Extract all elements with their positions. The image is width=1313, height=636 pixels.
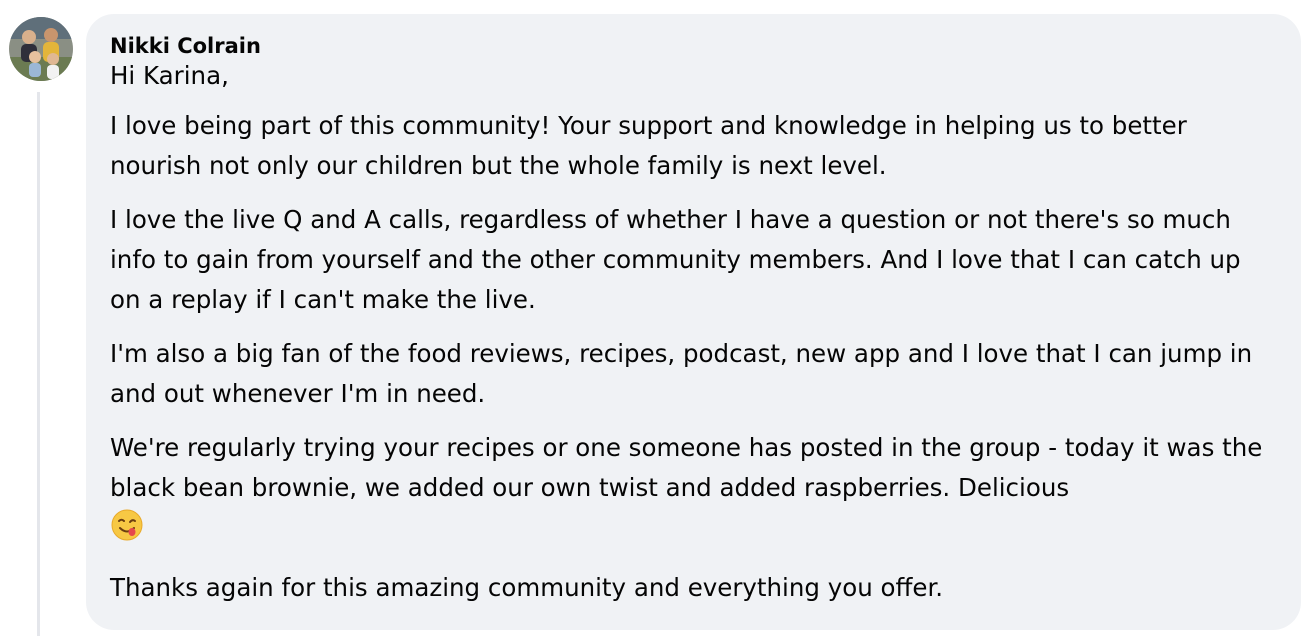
comment-paragraph-4: We're regularly trying your recipes or o… <box>110 433 1263 502</box>
comment-paragraph-4-container: We're regularly trying your recipes or o… <box>110 428 1277 554</box>
comment-paragraph-1: I love being part of this community! You… <box>110 111 1187 180</box>
avatar[interactable] <box>9 17 73 81</box>
face-savoring-food-emoji <box>110 508 144 554</box>
comment-thread: Nikki Colrain Hi Karina, I love being pa… <box>0 0 1313 636</box>
comment-bubble: Nikki Colrain Hi Karina, I love being pa… <box>86 14 1301 630</box>
comment-paragraph-2: I love the live Q and A calls, regardles… <box>110 205 1241 314</box>
comment-paragraph-5: Thanks again for this amazing community … <box>110 573 944 602</box>
thread-connector-line <box>37 92 40 636</box>
comment-paragraph-3: I'm also a big fan of the food reviews, … <box>110 339 1253 408</box>
comment-paragraph-greeting: Hi Karina, <box>110 61 229 90</box>
avatar-photo <box>9 17 73 81</box>
comment-author-name[interactable]: Nikki Colrain <box>110 32 1277 60</box>
